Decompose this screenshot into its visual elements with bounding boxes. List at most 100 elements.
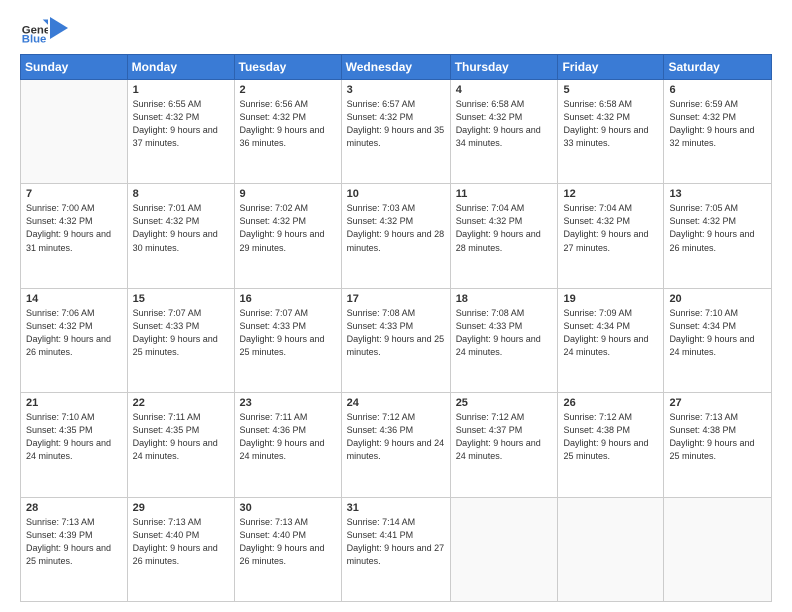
calendar-header: SundayMondayTuesdayWednesdayThursdayFrid… (21, 55, 772, 80)
weekday-header-sunday: Sunday (21, 55, 128, 80)
calendar-container: General Blue SundayMondayTuesdayWednesda… (0, 0, 792, 612)
weekday-header-wednesday: Wednesday (341, 55, 450, 80)
day-info: Sunrise: 7:06 AMSunset: 4:32 PMDaylight:… (26, 307, 122, 359)
day-info: Sunrise: 7:04 AMSunset: 4:32 PMDaylight:… (456, 202, 553, 254)
weekday-header-friday: Friday (558, 55, 664, 80)
calendar-cell: 2Sunrise: 6:56 AMSunset: 4:32 PMDaylight… (234, 80, 341, 184)
day-number: 17 (347, 293, 445, 305)
calendar-cell (558, 497, 664, 601)
calendar-table: SundayMondayTuesdayWednesdayThursdayFrid… (20, 54, 772, 602)
day-number: 25 (456, 397, 553, 409)
calendar-cell: 21 Sunrise: 7:10 AMSunset: 4:35 PMDayligh… (21, 393, 128, 497)
day-number: 20 (669, 293, 766, 305)
day-info: Sunrise: 7:10 AMSunset: 4:34 PMDaylight:… (669, 307, 766, 359)
calendar-cell: 6 Sunrise: 6:59 AMSunset: 4:32 PMDaylight… (664, 80, 772, 184)
calendar-cell: 4 Sunrise: 6:58 AMSunset: 4:32 PMDaylight… (450, 80, 558, 184)
day-number: 8 (133, 188, 229, 200)
day-info: Sunrise: 7:11 AMSunset: 4:36 PMDaylight:… (240, 411, 336, 463)
weekday-header-saturday: Saturday (664, 55, 772, 80)
day-info: Sunrise: 7:01 AMSunset: 4:32 PMDaylight:… (133, 202, 229, 254)
day-info: Sunrise: 7:10 AMSunset: 4:35 PMDaylight:… (26, 411, 122, 463)
day-info: Sunrise: 7:12 AMSunset: 4:38 PMDaylight:… (563, 411, 658, 463)
calendar-cell: 11 Sunrise: 7:04 AMSunset: 4:32 PMDayligh… (450, 184, 558, 288)
day-number: 16 (240, 293, 336, 305)
calendar-week-4: 28 Sunrise: 7:13 AMSunset: 4:39 PMDayligh… (21, 497, 772, 601)
calendar-cell: 3 Sunrise: 6:57 AMSunset: 4:32 PMDaylight… (341, 80, 450, 184)
day-number: 6 (669, 84, 766, 96)
day-number: 15 (133, 293, 229, 305)
day-number: 26 (563, 397, 658, 409)
calendar-week-3: 21 Sunrise: 7:10 AMSunset: 4:35 PMDayligh… (21, 393, 772, 497)
day-number: 11 (456, 188, 553, 200)
day-info: Sunrise: 7:00 AMSunset: 4:32 PMDaylight:… (26, 202, 122, 254)
calendar-cell (664, 497, 772, 601)
calendar-cell: 8 Sunrise: 7:01 AMSunset: 4:32 PMDaylight… (127, 184, 234, 288)
day-info: Sunrise: 6:58 AMSunset: 4:32 PMDaylight:… (456, 98, 553, 150)
day-info: Sunrise: 7:13 AMSunset: 4:39 PMDaylight:… (26, 516, 122, 568)
day-number: 3 (347, 84, 445, 96)
calendar-cell: 20 Sunrise: 7:10 AMSunset: 4:34 PMDayligh… (664, 288, 772, 392)
svg-text:Blue: Blue (22, 33, 47, 44)
day-number: 30 (240, 502, 336, 514)
day-info: Sunrise: 7:08 AMSunset: 4:33 PMDaylight:… (456, 307, 553, 359)
calendar-cell: 27 Sunrise: 7:13 AMSunset: 4:38 PMDayligh… (664, 393, 772, 497)
day-info: Sunrise: 7:08 AMSunset: 4:33 PMDaylight:… (347, 307, 445, 359)
calendar-cell: 15 Sunrise: 7:07 AMSunset: 4:33 PMDayligh… (127, 288, 234, 392)
calendar-cell: 16Sunrise: 7:07 AMSunset: 4:33 PMDayligh… (234, 288, 341, 392)
calendar-cell: 18 Sunrise: 7:08 AMSunset: 4:33 PMDayligh… (450, 288, 558, 392)
calendar-cell: 13 Sunrise: 7:05 AMSunset: 4:32 PMDayligh… (664, 184, 772, 288)
calendar-cell: 30Sunrise: 7:13 AMSunset: 4:40 PMDayligh… (234, 497, 341, 601)
day-number: 18 (456, 293, 553, 305)
day-info: Sunrise: 7:04 AMSunset: 4:32 PMDaylight:… (563, 202, 658, 254)
weekday-header-tuesday: Tuesday (234, 55, 341, 80)
calendar-cell: 23 Sunrise: 7:11 AMSunset: 4:36 PMDayligh… (234, 393, 341, 497)
logo: General Blue (20, 16, 68, 44)
day-number: 4 (456, 84, 553, 96)
calendar-cell: 12 Sunrise: 7:04 AMSunset: 4:32 PMDayligh… (558, 184, 664, 288)
day-number: 22 (133, 397, 229, 409)
day-number: 5 (563, 84, 658, 96)
day-number: 29 (133, 502, 229, 514)
header: General Blue (20, 16, 772, 44)
logo-icon: General Blue (20, 16, 48, 44)
day-number: 12 (563, 188, 658, 200)
day-number: 23 (240, 397, 336, 409)
day-info: Sunrise: 6:55 AMSunset: 4:32 PMDaylight:… (133, 98, 229, 150)
calendar-cell: 9 Sunrise: 7:02 AMSunset: 4:32 PMDaylight… (234, 184, 341, 288)
day-number: 31 (347, 502, 445, 514)
day-info: Sunrise: 7:02 AMSunset: 4:32 PMDaylight:… (240, 202, 336, 254)
day-info: Sunrise: 6:57 AMSunset: 4:32 PMDaylight:… (347, 98, 445, 150)
calendar-week-2: 14 Sunrise: 7:06 AMSunset: 4:32 PMDayligh… (21, 288, 772, 392)
day-info: Sunrise: 7:03 AMSunset: 4:32 PMDaylight:… (347, 202, 445, 254)
day-info: Sunrise: 6:58 AMSunset: 4:32 PMDaylight:… (563, 98, 658, 150)
day-info: Sunrise: 6:59 AMSunset: 4:32 PMDaylight:… (669, 98, 766, 150)
calendar-week-0: 1Sunrise: 6:55 AMSunset: 4:32 PMDaylight… (21, 80, 772, 184)
calendar-cell: 26 Sunrise: 7:12 AMSunset: 4:38 PMDayligh… (558, 393, 664, 497)
day-number: 28 (26, 502, 122, 514)
calendar-cell: 28 Sunrise: 7:13 AMSunset: 4:39 PMDayligh… (21, 497, 128, 601)
day-info: Sunrise: 7:13 AMSunset: 4:40 PMDaylight:… (133, 516, 229, 568)
day-number: 9 (240, 188, 336, 200)
day-info: Sunrise: 7:13 AMSunset: 4:38 PMDaylight:… (669, 411, 766, 463)
day-number: 27 (669, 397, 766, 409)
calendar-cell (450, 497, 558, 601)
day-number: 21 (26, 397, 122, 409)
calendar-cell: 1Sunrise: 6:55 AMSunset: 4:32 PMDaylight… (127, 80, 234, 184)
day-number: 10 (347, 188, 445, 200)
day-info: Sunrise: 7:07 AMSunset: 4:33 PMDaylight:… (133, 307, 229, 359)
day-number: 13 (669, 188, 766, 200)
day-info: Sunrise: 6:56 AMSunset: 4:32 PMDaylight:… (240, 98, 336, 150)
day-info: Sunrise: 7:12 AMSunset: 4:36 PMDaylight:… (347, 411, 445, 463)
calendar-cell: 29 Sunrise: 7:13 AMSunset: 4:40 PMDayligh… (127, 497, 234, 601)
calendar-cell: 22Sunrise: 7:11 AMSunset: 4:35 PMDayligh… (127, 393, 234, 497)
day-info: Sunrise: 7:12 AMSunset: 4:37 PMDaylight:… (456, 411, 553, 463)
day-info: Sunrise: 7:05 AMSunset: 4:32 PMDaylight:… (669, 202, 766, 254)
day-info: Sunrise: 7:14 AMSunset: 4:41 PMDaylight:… (347, 516, 445, 568)
day-number: 14 (26, 293, 122, 305)
calendar-cell: 25 Sunrise: 7:12 AMSunset: 4:37 PMDayligh… (450, 393, 558, 497)
weekday-header-monday: Monday (127, 55, 234, 80)
calendar-cell: 5 Sunrise: 6:58 AMSunset: 4:32 PMDaylight… (558, 80, 664, 184)
calendar-cell: 14 Sunrise: 7:06 AMSunset: 4:32 PMDayligh… (21, 288, 128, 392)
calendar-week-1: 7Sunrise: 7:00 AMSunset: 4:32 PMDaylight… (21, 184, 772, 288)
day-info: Sunrise: 7:09 AMSunset: 4:34 PMDaylight:… (563, 307, 658, 359)
